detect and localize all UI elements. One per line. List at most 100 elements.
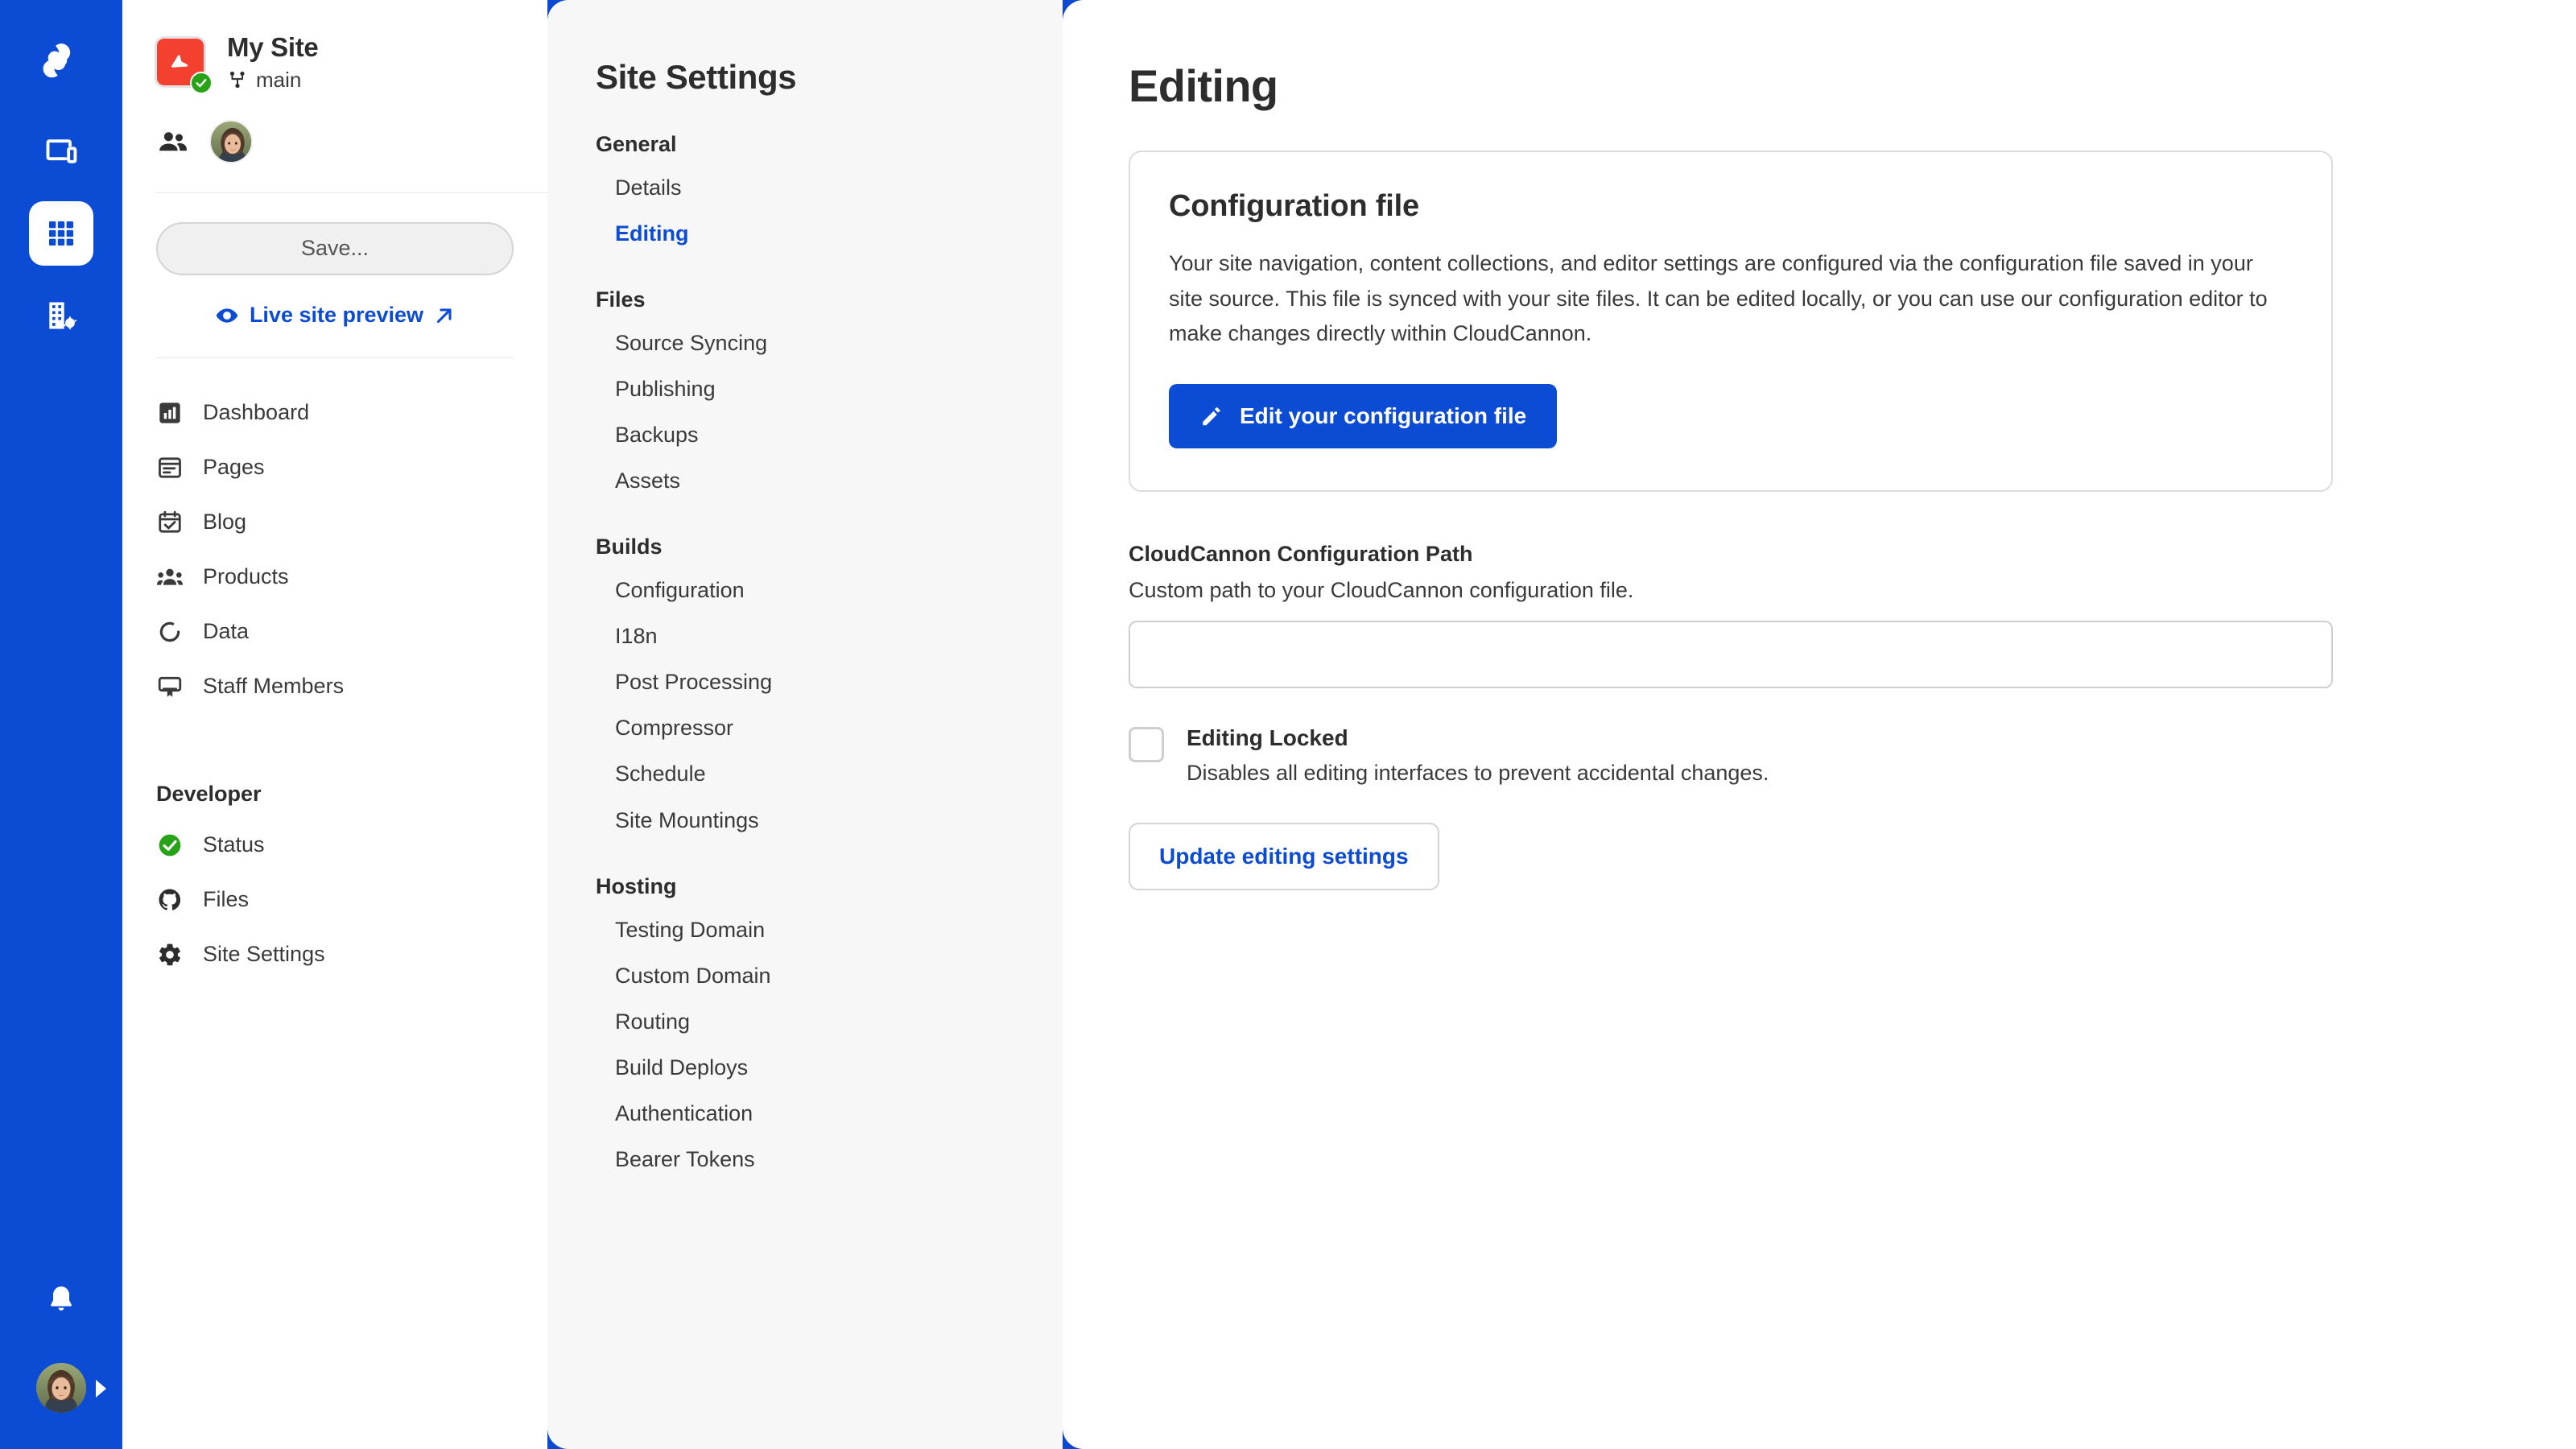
dashboard-chart-icon xyxy=(156,399,184,427)
developer-section-title: Developer xyxy=(156,781,262,806)
github-octocat-icon xyxy=(156,886,184,914)
settings-group-title: Files xyxy=(596,287,646,312)
people-icon xyxy=(158,130,188,154)
sidebar-item-label: Dashboard xyxy=(203,400,310,425)
sidebar-item-status[interactable]: Status xyxy=(122,818,547,873)
site-thumbnail-wrap xyxy=(155,36,213,95)
settings-group-title: Builds xyxy=(596,535,663,559)
settings-link-authentication[interactable]: Authentication xyxy=(596,1091,1063,1137)
external-link-arrow-icon xyxy=(433,304,456,327)
sidebar-item-label: Products xyxy=(203,564,289,589)
site-branch-label: main xyxy=(256,67,302,92)
app-root: My Site main Save... Live site preview D… xyxy=(0,0,2576,1449)
settings-group-title: Hosting xyxy=(596,873,677,898)
site-members[interactable] xyxy=(155,119,547,163)
settings-link-assets[interactable]: Assets xyxy=(596,458,1063,504)
sidebar-item-label: Files xyxy=(203,887,250,912)
rail-item-devices-preview[interactable] xyxy=(29,119,93,184)
blog-calendar-check-icon xyxy=(156,509,184,536)
developer-section: Developer Status Files Site Settings xyxy=(122,782,547,982)
settings-link-custom-domain[interactable]: Custom Domain xyxy=(596,953,1063,999)
settings-link-testing-domain[interactable]: Testing Domain xyxy=(596,907,1063,953)
config-path-input[interactable] xyxy=(1129,621,2333,689)
settings-link-schedule[interactable]: Schedule xyxy=(596,751,1063,797)
git-branch-icon xyxy=(227,69,248,90)
settings-link-configuration[interactable]: Configuration xyxy=(596,568,1063,613)
organisation-settings-icon xyxy=(43,298,79,333)
save-section: Save... Live site preview xyxy=(122,193,547,358)
settings-link-compressor[interactable]: Compressor xyxy=(596,705,1063,751)
site-name: My Site xyxy=(227,32,319,62)
cloudcannon-logo-icon[interactable] xyxy=(23,23,100,100)
devices-preview-icon xyxy=(43,134,79,169)
notifications-bell-icon xyxy=(45,1282,77,1316)
notifications-bell-button[interactable] xyxy=(29,1267,93,1331)
config-path-field: CloudCannon Configuration Path Custom pa… xyxy=(1129,542,2576,689)
site-meta: My Site main xyxy=(227,32,319,93)
settings-link-details[interactable]: Details xyxy=(596,165,1063,211)
live-site-preview-label: Live site preview xyxy=(249,303,424,328)
card-title: Configuration file xyxy=(1169,189,1419,223)
status-check-circle-icon xyxy=(156,832,184,859)
sidebar-item-products[interactable]: Products xyxy=(122,550,547,605)
rail-item-organisation-settings[interactable] xyxy=(29,283,93,348)
apps-grid-icon xyxy=(45,217,77,250)
sidebar-item-dashboard[interactable]: Dashboard xyxy=(122,386,547,440)
settings-group-builds: Builds Configuration I18n Post Processin… xyxy=(596,535,1063,843)
settings-link-bearer-tokens[interactable]: Bearer Tokens xyxy=(596,1137,1063,1183)
sidebar-item-files[interactable]: Files xyxy=(122,873,547,927)
config-path-help: Custom path to your CloudCannon configur… xyxy=(1129,578,1634,603)
site-header: My Site main xyxy=(122,0,547,193)
live-site-preview-link[interactable]: Live site preview xyxy=(156,303,514,328)
staff-members-icon xyxy=(156,673,184,700)
sidebar-item-label: Pages xyxy=(203,455,265,480)
settings-group-hosting: Hosting Testing Domain Custom Domain Rou… xyxy=(596,874,1063,1183)
main-content-panel: Editing Configuration file Your site nav… xyxy=(1063,0,2576,1449)
site-identity[interactable]: My Site main xyxy=(155,32,547,95)
sidebar-item-label: Status xyxy=(203,832,265,857)
settings-link-publishing[interactable]: Publishing xyxy=(596,366,1063,412)
pencil-edit-icon xyxy=(1199,404,1224,428)
settings-link-post-processing[interactable]: Post Processing xyxy=(596,659,1063,705)
sidebar-item-data[interactable]: Data xyxy=(122,605,547,659)
pages-document-icon xyxy=(156,454,184,481)
cursor-arrow-icon xyxy=(171,55,188,68)
sidebar-item-staff-members[interactable]: Staff Members xyxy=(122,659,547,714)
edit-configuration-file-label: Edit your configuration file xyxy=(1240,403,1527,429)
check-circle-icon xyxy=(190,72,213,95)
page-title: Editing xyxy=(1129,60,1278,111)
sidebar-item-label: Data xyxy=(203,619,250,644)
settings-link-backups[interactable]: Backups xyxy=(596,412,1063,458)
settings-link-routing[interactable]: Routing xyxy=(596,999,1063,1045)
editing-locked-help: Disables all editing interfaces to preve… xyxy=(1187,761,1769,786)
member-avatar[interactable] xyxy=(209,119,253,163)
sidebar-item-label: Staff Members xyxy=(203,674,345,699)
settings-link-i18n[interactable]: I18n xyxy=(596,613,1063,659)
settings-group-title: General xyxy=(596,132,677,156)
sidebar-item-pages[interactable]: Pages xyxy=(122,440,547,495)
editing-locked-label: Editing Locked xyxy=(1187,725,1348,751)
avatar xyxy=(36,1363,86,1413)
sidebar-item-site-settings[interactable]: Site Settings xyxy=(122,927,547,982)
rail-item-apps-grid[interactable] xyxy=(29,201,93,266)
sidebar-item-label: Site Settings xyxy=(203,942,325,967)
settings-link-build-deploys[interactable]: Build Deploys xyxy=(596,1045,1063,1091)
site-branch: main xyxy=(227,68,318,93)
save-button[interactable]: Save... xyxy=(156,221,514,275)
expand-caret-icon xyxy=(96,1380,106,1397)
editing-locked-text: Editing Locked Disables all editing inte… xyxy=(1187,725,1769,786)
site-panel: My Site main Save... Live site preview D… xyxy=(122,0,547,1449)
editing-locked-checkbox[interactable] xyxy=(1129,727,1164,763)
settings-link-site-mountings[interactable]: Site Mountings xyxy=(596,798,1063,844)
edit-configuration-file-button[interactable]: Edit your configuration file xyxy=(1169,384,1558,449)
sidebar-item-label: Blog xyxy=(203,510,247,535)
settings-link-source-syncing[interactable]: Source Syncing xyxy=(596,320,1063,366)
user-account-button[interactable] xyxy=(29,1356,106,1420)
update-editing-settings-button[interactable]: Update editing settings xyxy=(1129,823,1439,891)
eye-icon xyxy=(214,303,240,328)
settings-panel-title: Site Settings xyxy=(596,58,797,96)
gear-icon xyxy=(156,941,184,968)
settings-link-editing[interactable]: Editing xyxy=(596,211,1063,257)
sidebar-item-blog[interactable]: Blog xyxy=(122,495,547,550)
settings-nav-panel: Site Settings General Details Editing Fi… xyxy=(547,0,1063,1449)
